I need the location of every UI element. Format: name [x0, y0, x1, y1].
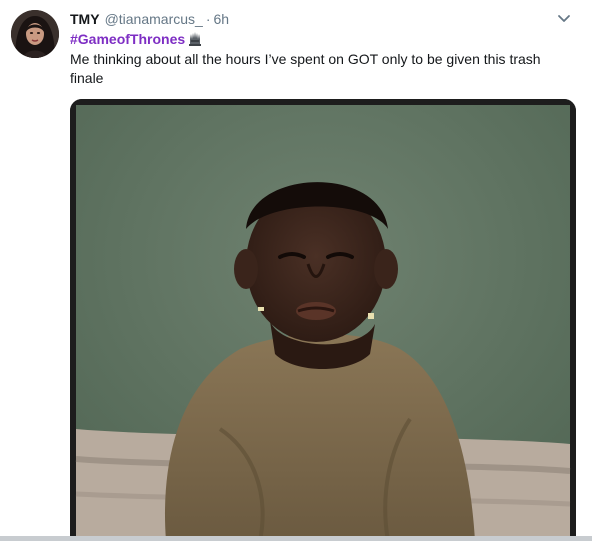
user-handle[interactable]: @tianamarcus_	[105, 10, 203, 28]
meme-image	[70, 99, 576, 541]
avatar-image	[11, 10, 59, 58]
timestamp[interactable]: 6h	[214, 10, 230, 28]
hashtag-line: #GameofThrones	[70, 30, 202, 48]
hashtag-link[interactable]: #GameofThrones	[70, 30, 185, 48]
separator-dot: ·	[205, 11, 211, 27]
display-name[interactable]: TMY	[70, 10, 100, 28]
chevron-down-icon[interactable]	[556, 10, 572, 26]
tweet-text: Me thinking about all the hours I’ve spe…	[70, 51, 541, 86]
iron-throne-hashflag-icon	[189, 32, 202, 46]
bottom-divider	[0, 536, 592, 541]
tweet-header: TMY @tianamarcus_ · 6h	[70, 10, 229, 28]
tweet-media-image[interactable]	[70, 99, 576, 541]
avatar[interactable]	[11, 10, 59, 58]
tweet-card[interactable]: TMY @tianamarcus_ · 6h #GameofThrones Me…	[0, 0, 592, 541]
